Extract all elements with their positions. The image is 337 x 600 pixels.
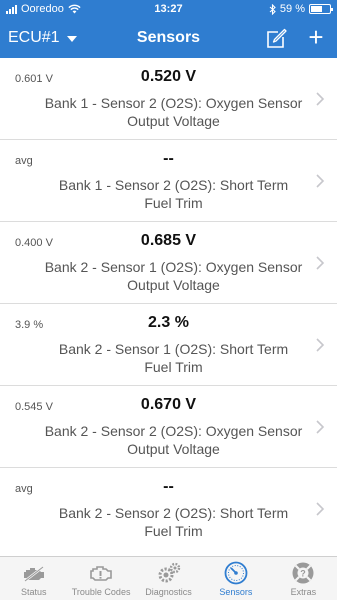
tab-trouble-codes[interactable]: Trouble Codes [67,557,134,600]
gears-icon [158,562,180,583]
sensor-row[interactable]: 0.400 V 0.685 V Bank 2 - Sensor 1 (O2S):… [0,222,337,304]
sensor-name-cont: Output Voltage [127,277,220,293]
sensor-description: Bank 2 - Sensor 2 (O2S): Oxygen Sensor O… [20,422,317,458]
sensor-name: Bank 2 - Sensor 2 (O2S): Short Term [58,505,289,521]
sensor-name-cont: Fuel Trim [144,523,203,539]
sensor-name: Bank 1 - Sensor 2 (O2S): Short Term [58,177,289,193]
sensor-name: Bank 2 - Sensor 1 (O2S): Short Term [58,341,289,357]
sensor-row[interactable]: 0.545 V 0.670 V Bank 2 - Sensor 2 (O2S):… [0,386,337,468]
battery-percent: 59 % [279,3,305,15]
sensor-name: Bank 1 - Sensor 2 (O2S): Oxygen Sensor [44,95,303,111]
gauge-icon [224,561,248,585]
status-right: 59 % [269,3,333,15]
help-icon: ? [292,562,314,584]
sensor-description: Bank 1 - Sensor 2 (O2S): Short Term Fuel… [20,176,317,212]
nav-bar: ECU#1 Sensors + [0,20,337,58]
chevron-right-icon [316,338,325,352]
sensor-name-cont: Fuel Trim [144,359,203,375]
sensor-value: 0.670 V [140,396,197,413]
engine-icon [23,566,44,582]
tab-extras[interactable]: ? Extras [270,557,337,600]
tab-sensors[interactable]: Sensors [202,557,269,600]
chevron-right-icon [316,256,325,270]
chevron-right-icon [316,92,325,106]
sensor-value: 0.685 V [140,232,197,249]
battery-fill [311,6,322,12]
tab-bar: Status Trouble Codes Diagnostics Sensors [0,556,337,600]
sensor-description: Bank 1 - Sensor 2 (O2S): Oxygen Sensor O… [20,94,317,130]
sensor-row[interactable]: avg -- Bank 1 - Sensor 2 (O2S): Short Te… [0,140,337,222]
page-title: Sensors [136,29,201,46]
tab-label: Sensors [219,587,253,597]
ecu-selector-label: ECU#1 [8,29,60,46]
check-engine-icon [90,566,112,581]
sensor-list: 0.601 V 0.520 V Bank 1 - Sensor 2 (O2S):… [0,58,337,556]
sensor-name-cont: Fuel Trim [144,195,203,211]
sensor-description: Bank 2 - Sensor 1 (O2S): Short Term Fuel… [20,340,317,376]
tab-label: Extras [290,587,317,597]
tab-diagnostics[interactable]: Diagnostics [135,557,202,600]
sensor-description: Bank 2 - Sensor 2 (O2S): Short Term Fuel… [20,504,317,540]
sensor-description: Bank 2 - Sensor 1 (O2S): Oxygen Sensor O… [20,258,317,294]
sensor-value: 0.520 V [140,68,197,85]
sensor-value: -- [163,478,174,495]
tab-label: Diagnostics [145,587,192,597]
battery-icon [309,4,333,14]
sensor-name-cont: Output Voltage [127,441,220,457]
ecu-selector[interactable]: ECU#1 [8,29,77,47]
edit-icon[interactable] [265,28,287,50]
sensor-row[interactable]: avg -- Bank 2 - Sensor 2 (O2S): Short Te… [0,468,337,550]
sensor-row[interactable]: 0.601 V 0.520 V Bank 1 - Sensor 2 (O2S):… [0,58,337,140]
tab-status[interactable]: Status [0,557,67,600]
chevron-right-icon [316,174,325,188]
add-icon[interactable]: + [305,24,327,50]
chevron-right-icon [316,420,325,434]
sensor-name: Bank 2 - Sensor 2 (O2S): Oxygen Sensor [44,423,303,439]
sensor-value: -- [163,150,174,167]
sensor-name-cont: Output Voltage [127,113,220,129]
tab-label: Trouble Codes [71,587,131,597]
sensor-value: 2.3 % [148,314,189,331]
svg-text:?: ? [301,569,307,579]
sensor-name: Bank 2 - Sensor 1 (O2S): Oxygen Sensor [44,259,303,275]
status-bar: Ooredoo 13:27 59 % [0,0,337,20]
sensor-row[interactable]: 3.9 % 2.3 % Bank 2 - Sensor 1 (O2S): Sho… [0,304,337,386]
tab-label: Status [20,587,47,597]
caret-down-icon [66,36,77,42]
bluetooth-icon [269,3,276,15]
chevron-right-icon [316,502,325,516]
